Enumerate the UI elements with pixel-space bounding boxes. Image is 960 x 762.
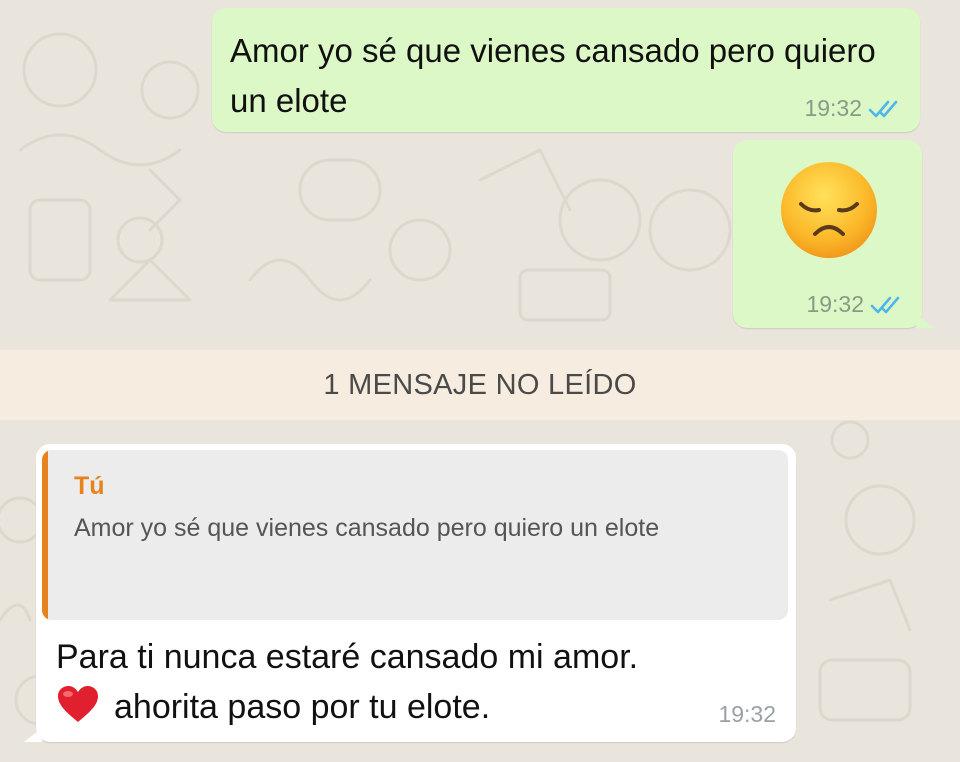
message-meta: 19:32 bbox=[718, 701, 776, 728]
reply-line-1: Para ti nunca estaré cansado mi amor. bbox=[56, 638, 639, 676]
unread-messages-divider: 1 MENSAJE NO LEÍDO bbox=[0, 350, 960, 420]
message-time: 19:32 bbox=[806, 291, 864, 317]
unread-divider-label: 1 MENSAJE NO LEÍDO bbox=[323, 368, 637, 401]
message-meta: 19:32 bbox=[804, 95, 902, 122]
message-time: 19:32 bbox=[718, 701, 776, 727]
bubble-tail bbox=[916, 314, 934, 328]
double-check-read-icon bbox=[868, 100, 898, 117]
message-text: Amor yo sé que vienes cansado pero quier… bbox=[230, 32, 876, 119]
quote-author: Tú bbox=[74, 472, 105, 500]
disappointed-face-emoji bbox=[781, 162, 877, 258]
incoming-reply-bubble[interactable]: Tú Amor yo sé que vienes cansado pero qu… bbox=[24, 444, 796, 742]
message-time: 19:32 bbox=[804, 95, 862, 121]
reply-text: Para ti nunca estaré cansado mi amor. ah… bbox=[42, 620, 790, 732]
red-heart-emoji bbox=[58, 686, 98, 722]
quoted-message[interactable]: Tú Amor yo sé que vienes cansado pero qu… bbox=[42, 450, 788, 620]
quote-accent-bar bbox=[42, 450, 48, 620]
bubble-tail bbox=[24, 728, 42, 742]
double-check-read-icon bbox=[870, 296, 900, 313]
outgoing-message-bubble[interactable]: Amor yo sé que vienes cansado pero quier… bbox=[212, 8, 920, 132]
outgoing-emoji-bubble[interactable]: 19:32 bbox=[733, 140, 934, 328]
quote-text: Amor yo sé que vienes cansado pero quier… bbox=[74, 514, 660, 542]
reply-line-2-row: ahorita paso por tu elote. bbox=[56, 682, 776, 732]
message-meta: 19:32 bbox=[806, 291, 904, 318]
reply-line-2: ahorita paso por tu elote. bbox=[114, 688, 491, 726]
